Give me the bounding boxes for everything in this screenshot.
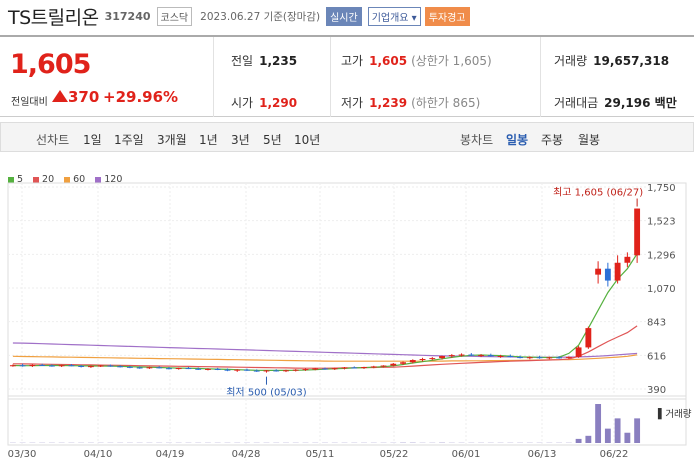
candle-body — [283, 370, 289, 372]
candle-body — [370, 366, 377, 368]
candle-body — [205, 368, 211, 370]
candle-body — [448, 355, 455, 357]
candle-body — [351, 367, 358, 369]
volume-bar — [624, 432, 631, 443]
candle-body — [604, 268, 611, 281]
candle-body — [244, 369, 250, 371]
candle-body — [292, 369, 299, 371]
candle-body — [107, 365, 114, 367]
candle-body — [263, 370, 270, 372]
candle-body — [565, 356, 572, 358]
candle-body — [39, 364, 46, 366]
candle-body — [546, 357, 553, 359]
volume-bar — [604, 428, 611, 443]
candle-body — [556, 357, 563, 359]
x-tick-label: 06/22 — [600, 449, 629, 460]
x-tick-label: 05/22 — [380, 449, 409, 460]
candle-body — [136, 367, 143, 369]
candle-body — [507, 356, 514, 358]
candle-body — [361, 367, 367, 369]
ma5-line — [12, 253, 638, 371]
candle-body — [400, 362, 406, 364]
y-tick-label: 1,296 — [647, 250, 676, 261]
y-tick-label: 843 — [647, 318, 666, 329]
candle-body — [429, 358, 436, 360]
volume-panel-frame — [7, 395, 687, 446]
candle-body — [87, 366, 94, 368]
candle-body — [585, 328, 592, 348]
candle-body — [380, 365, 387, 367]
candle-body — [487, 355, 494, 357]
candle-body — [312, 368, 319, 370]
candle-body — [468, 354, 475, 356]
candle-body — [68, 365, 75, 367]
y-tick-label: 390 — [647, 385, 666, 396]
candle-body — [253, 370, 260, 372]
candle-body — [58, 365, 65, 367]
volume-legend-label: 거래량 — [665, 409, 692, 420]
x-tick-label: 06/01 — [452, 449, 481, 460]
y-tick-label: 1,750 — [647, 183, 676, 194]
candle-body — [419, 358, 426, 361]
candle-body — [29, 364, 36, 366]
candle-body — [517, 357, 524, 359]
ma20-line — [12, 325, 638, 369]
volume-bar — [585, 435, 592, 443]
candle-body — [575, 347, 582, 357]
volume-bar — [634, 418, 641, 443]
candle-body — [195, 368, 202, 370]
candle-body — [614, 262, 621, 281]
candle-body — [185, 368, 192, 370]
candle-body — [390, 363, 397, 366]
candle-body — [409, 360, 416, 363]
candle-body — [166, 368, 172, 370]
y-tick-label: 1,070 — [647, 284, 676, 295]
volume-bar — [575, 438, 582, 443]
candle-body — [526, 357, 533, 359]
candle-body — [331, 368, 338, 370]
high-annotation: 최고 1,605 (06/27) — [553, 187, 643, 199]
y-tick-label: 616 — [647, 351, 666, 362]
candle-body — [146, 367, 153, 369]
candle-body — [117, 366, 124, 368]
x-tick-label: 04/28 — [232, 449, 261, 460]
x-tick-label: 04/19 — [156, 449, 185, 460]
candle-body — [19, 365, 26, 367]
candle-body — [214, 368, 221, 370]
candle-body — [97, 365, 104, 367]
candle-body — [536, 357, 543, 359]
volume-legend: ▌거래량 — [658, 409, 692, 420]
candle-body — [156, 367, 163, 369]
candle-body — [497, 356, 504, 358]
candle-body — [634, 208, 641, 256]
candle-body — [322, 368, 328, 370]
candle-body — [595, 268, 602, 275]
candle-body — [126, 366, 133, 368]
candle-body — [78, 365, 85, 367]
low-annotation: 최저 500 (05/03) — [226, 387, 307, 399]
candle-body — [234, 369, 241, 371]
candle-body — [341, 367, 348, 369]
candle-body — [224, 369, 231, 371]
candle-body — [9, 365, 16, 367]
y-tick-label: 1,523 — [647, 217, 676, 228]
candle-body — [478, 355, 484, 357]
x-tick-label: 05/11 — [306, 449, 335, 460]
x-tick-label: 06/13 — [528, 449, 557, 460]
candlestick-chart[interactable]: 1,750 1,523 1,296 1,070 843 616 390 03/30 04/10 0… — [0, 0, 694, 460]
candle-body — [302, 369, 309, 371]
x-tick-label: 03/30 — [8, 449, 37, 460]
candle-body — [624, 256, 631, 263]
volume-bar — [614, 418, 621, 443]
candle-body — [48, 365, 55, 367]
volume-bar — [595, 404, 602, 443]
candle-body — [458, 354, 465, 356]
candle-body — [273, 370, 280, 372]
candle-body — [175, 368, 182, 370]
candle-body — [439, 356, 445, 359]
x-tick-label: 04/10 — [84, 449, 113, 460]
